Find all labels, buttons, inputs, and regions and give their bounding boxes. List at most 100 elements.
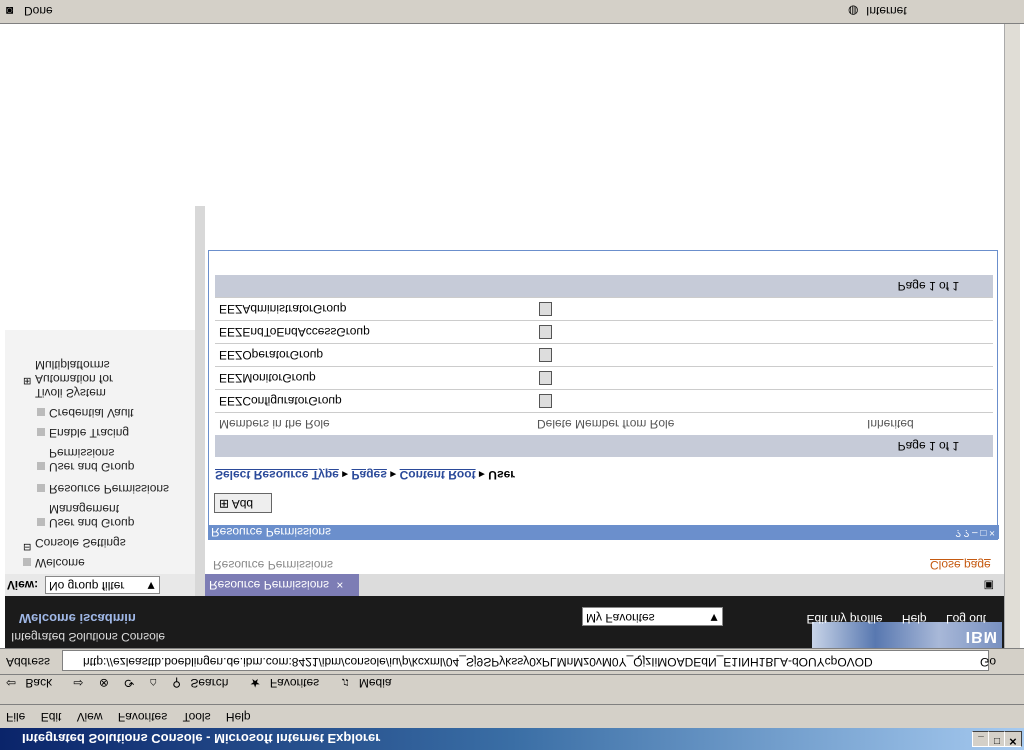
header-links: Edit my profile Help Log out (791, 612, 986, 626)
nav-user-group-permissions[interactable]: User and Group Permissions (49, 446, 169, 474)
delete-icon[interactable] (539, 394, 552, 408)
nav-resource-permissions[interactable]: Resource Permissions (49, 482, 169, 496)
back-label: Back (25, 676, 53, 690)
menu-view[interactable]: View (77, 710, 103, 724)
stop-icon[interactable]: ⊗ (99, 676, 109, 690)
page-info-bottom: Page 1 of 1 (897, 279, 959, 293)
close-icon[interactable]: × (336, 578, 343, 592)
bullet-icon (37, 408, 45, 416)
favorites-button[interactable]: ★ Favorites (250, 676, 325, 697)
nav-console-settings[interactable]: Console Settings (35, 536, 126, 550)
trail-user: User (488, 468, 515, 482)
nav-splitter[interactable] (195, 206, 205, 596)
back-button[interactable]: ⇦ Back (6, 676, 58, 697)
logout-link[interactable]: Log out (946, 612, 986, 626)
navigation-tree: Welcome ⊟ Console Settings User and Grou… (5, 330, 195, 574)
chevron-down-icon: ▼ (708, 611, 720, 625)
menu-edit[interactable]: Edit (41, 710, 62, 724)
nav-tivoli-system-automation[interactable]: Tivoli System Automation for Multiplatfo… (35, 358, 155, 400)
member-name: EEZMonitorGroup (219, 371, 316, 385)
bullet-icon (23, 558, 31, 566)
delete-icon[interactable] (539, 371, 552, 385)
search-button[interactable]: ⚲ Search (172, 676, 234, 697)
nav-welcome[interactable]: Welcome (35, 556, 85, 570)
portlet-title: Resource Permissions (211, 525, 332, 539)
tab-resource-permissions[interactable]: Resource Permissions × (205, 574, 359, 596)
col-members: Members in the Role (219, 417, 330, 431)
page-info: Page 1 of 1 (897, 439, 959, 453)
delete-icon[interactable] (539, 325, 552, 339)
search-label: Search (190, 676, 229, 690)
address-label: Address (6, 655, 51, 669)
status-bar: ◙ Done ◍ Internet (0, 0, 1024, 24)
menu-help[interactable]: Help (226, 710, 251, 724)
nav-enable-tracing[interactable]: Enable Tracing (49, 426, 129, 440)
help-link[interactable]: Help (902, 612, 927, 626)
portlet-titlebar: Resource Permissions ? ? – □ × (209, 525, 999, 539)
delete-icon[interactable] (539, 348, 552, 362)
add-label: Add (231, 497, 254, 511)
portlet-controls[interactable]: ? ? – □ × (955, 525, 995, 539)
menu-file[interactable]: File (6, 710, 25, 724)
ibm-logo: IBM (965, 628, 998, 645)
col-inherited: Inherited (867, 417, 914, 431)
flipped-screen: Integrated Solutions Console - Microsoft… (0, 0, 1024, 750)
vertical-scrollbar[interactable] (1004, 24, 1020, 648)
go-button[interactable]: Go (980, 655, 996, 669)
view-filter-bar: View: No group filter ▼ (5, 574, 195, 596)
zone-text: Internet (866, 4, 907, 18)
trail-pages[interactable]: Pages (352, 468, 387, 482)
favorites-select[interactable]: My Favorites ▼ (582, 607, 723, 626)
chevron-down-icon: ▼ (145, 579, 157, 593)
bullet-icon (37, 428, 45, 436)
expand-icon[interactable]: ⊞ (23, 375, 31, 386)
nav-user-group-management[interactable]: User and Group Management (49, 502, 169, 530)
members-table: Page 1 of 1 Members in the Role Delete M… (215, 275, 993, 457)
menu-bar: File Edit View Favorites Tools Help (0, 704, 1024, 728)
home-icon[interactable]: ⌂ (150, 676, 157, 690)
delete-icon[interactable] (539, 302, 552, 316)
table-header: Members in the Role Delete Member from R… (215, 412, 993, 435)
page-menu-icon[interactable]: ▣ (984, 579, 994, 592)
view-label: View: (7, 578, 39, 592)
window-titlebar: Integrated Solutions Console - Microsoft… (0, 728, 1024, 750)
pager-bottom: Page 1 of 1 (215, 275, 993, 297)
bullet-icon (37, 484, 45, 492)
browser-toolbar: ⇦ Back ⇨ ⊗ ⟳ ⌂ ⚲ Search ★ Favorites ♫ Me… (0, 674, 1024, 704)
close-icon[interactable]: ✕ (1004, 731, 1022, 747)
edit-profile-link[interactable]: Edit my profile (807, 612, 883, 626)
status-text: Done (24, 4, 53, 18)
page-icon: ◙ (6, 4, 14, 18)
address-input[interactable]: http://ezleasttb.boeblingen.de.ibm.com:8… (62, 650, 989, 671)
table-row: EEZOperatorGroup (215, 343, 993, 366)
member-name: EEZOperatorGroup (219, 348, 324, 362)
menu-favorites[interactable]: Favorites (118, 710, 167, 724)
member-name: EEZAdministratorGroup (219, 302, 347, 316)
col-delete: Delete Member from Role (537, 417, 675, 431)
member-name: EEZEndToEndAccessGroup (219, 325, 370, 339)
address-bar: Address http://ezleasttb.boeblingen.de.i… (0, 648, 1024, 674)
table-row: EEZAdministratorGroup (215, 297, 993, 320)
welcome-text: Welcome iscadmin (19, 611, 136, 626)
refresh-icon[interactable]: ⟳ (124, 676, 134, 690)
nav-credential-vault[interactable]: Credential Vault (49, 406, 134, 420)
plus-icon: ⊞ (219, 497, 230, 511)
view-filter-select[interactable]: No group filter ▼ (45, 576, 160, 594)
favorites-label: Favorites (269, 676, 320, 690)
media-label: Media (358, 676, 392, 690)
forward-icon[interactable]: ⇨ (73, 676, 83, 690)
bullet-icon (37, 518, 45, 526)
page-tab-strip: Resource Permissions × ▣ (205, 574, 1004, 596)
trail-select-resource-type[interactable]: Select Resource Type (215, 468, 339, 482)
resource-trail: Select Resource Type ▸ Pages ▸ Content R… (215, 468, 515, 482)
globe-icon: ◍ (848, 4, 859, 18)
media-button[interactable]: ♫ Media (341, 676, 398, 697)
favorites-select-value: My Favorites (586, 611, 655, 625)
add-button[interactable]: ⊞ Add (214, 493, 272, 513)
collapse-icon[interactable]: ⊟ (23, 541, 31, 552)
resource-permissions-portlet: Resource Permissions ? ? – □ × ⊞ Add Sel… (208, 250, 999, 540)
close-page-link[interactable]: Close page (930, 558, 991, 572)
member-name: EEZConfiguratorGroup (219, 394, 342, 408)
trail-content-root[interactable]: Content Root (400, 468, 476, 482)
menu-tools[interactable]: Tools (183, 710, 211, 724)
